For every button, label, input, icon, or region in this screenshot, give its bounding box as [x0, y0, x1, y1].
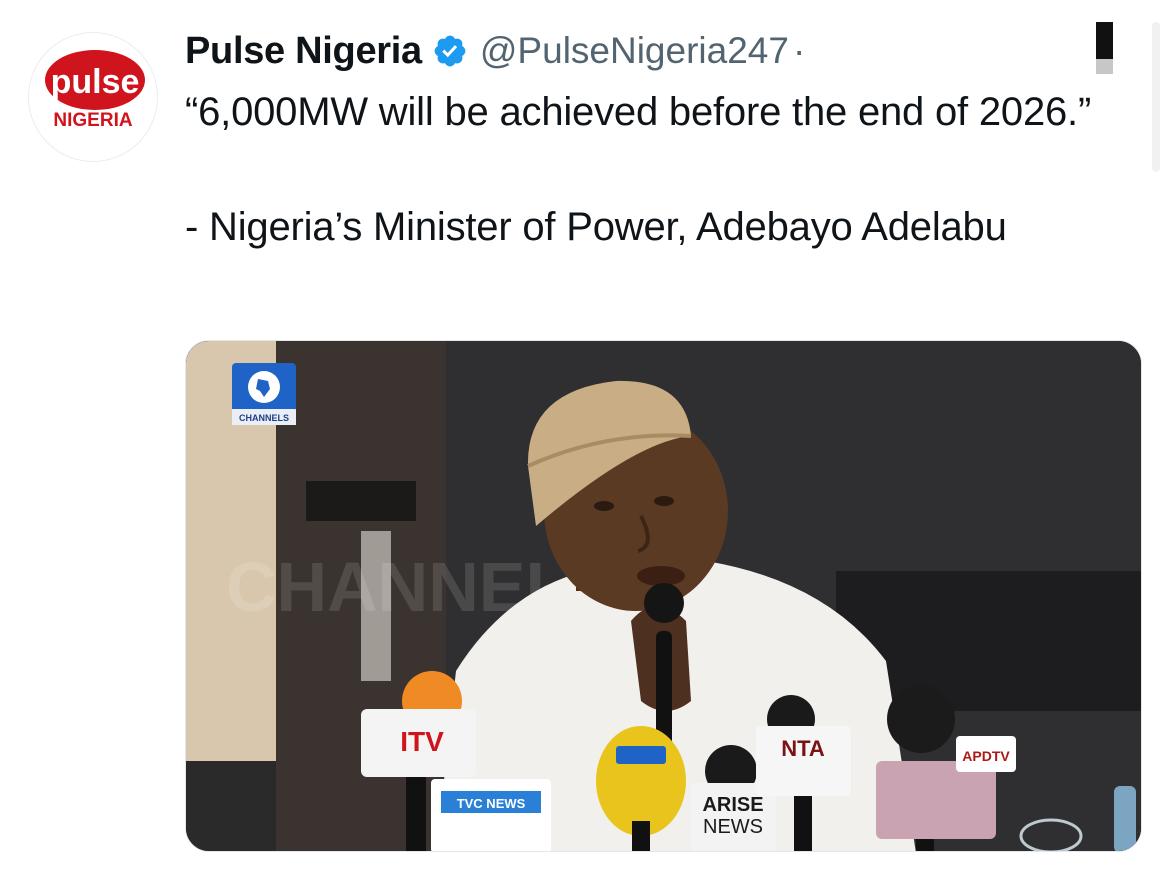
avatar[interactable]: pulse NIGERIA: [28, 32, 158, 162]
tweet-attribution: - Nigeria’s Minister of Power, Adebayo A…: [185, 205, 1007, 249]
tweet-text: “6,000MW will be achieved before the end…: [185, 84, 1145, 256]
handle[interactable]: @PulseNigeria247: [480, 30, 789, 72]
display-name[interactable]: Pulse Nigeria: [185, 30, 422, 73]
verified-badge-icon: [432, 33, 468, 69]
mic-label-nta: NTA: [781, 736, 825, 761]
channels-logo: CHANNELS: [232, 363, 296, 425]
logo-subtext: NIGERIA: [53, 110, 132, 131]
mic-label-arise: ARISE: [702, 794, 763, 816]
tweet-quote: “6,000MW will be achieved before the end…: [185, 90, 1092, 134]
tweet-media-image[interactable]: CHANNELS CHANNELS ITV TVC NEWS ARISE NEW…: [185, 340, 1142, 852]
separator-dot: ·: [792, 30, 806, 71]
logo-text: pulse: [51, 63, 140, 101]
mic-label-tvc: TVC NEWS: [457, 796, 526, 811]
press-conference-photo: CHANNELS CHANNELS ITV TVC NEWS ARISE NEW…: [186, 341, 1141, 851]
pulse-logo: pulse NIGERIA: [45, 50, 145, 131]
scrollbar-track[interactable]: [1096, 59, 1113, 74]
channels-logo-text: CHANNELS: [239, 413, 289, 423]
mic-label-itv: ITV: [400, 726, 444, 757]
scrollbar-thumb[interactable]: [1096, 22, 1113, 59]
edge-scroll-indicator: [1152, 22, 1160, 172]
mic-label-news: NEWS: [703, 816, 763, 838]
mic-label-apd: APDTV: [962, 748, 1010, 764]
tweet-header: Pulse Nigeria @PulseNigeria247 ·: [185, 26, 805, 76]
